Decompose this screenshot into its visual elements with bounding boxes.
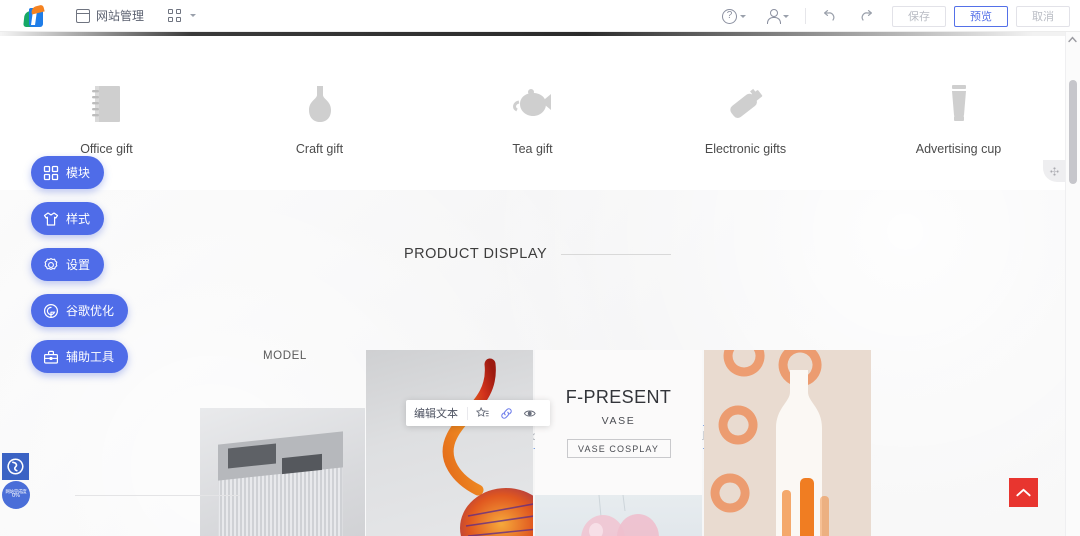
nav-site-management-label: 网站管理	[96, 9, 145, 23]
google-seo-icon	[42, 302, 59, 319]
site-completion-badge[interactable]: 网站完成度 0%	[2, 481, 30, 509]
preview-button[interactable]: 预览	[954, 5, 1008, 27]
category-label: Advertising cup	[915, 142, 1002, 156]
sidebar-item-label: 设置	[66, 258, 91, 272]
back-to-top-button[interactable]	[1009, 478, 1038, 507]
user-icon	[766, 9, 781, 24]
promo-subtitle: VASE	[601, 415, 636, 427]
style-star-icon[interactable]	[470, 401, 494, 425]
category-item-electronic-gifts[interactable]: Electronic gifts	[639, 58, 852, 156]
nav-apps-grid[interactable]	[168, 9, 197, 22]
undo-icon	[822, 9, 838, 23]
customer-service-icon	[7, 458, 24, 475]
category-label: Electronic gifts	[704, 142, 787, 156]
tumbler-cup-icon	[940, 74, 978, 126]
category-item-tea-gift[interactable]: Tea gift	[426, 58, 639, 156]
product-image-glass-sculpture[interactable]	[366, 350, 533, 536]
top-toolbar: 网站管理 ? 保存 预览 取消	[0, 0, 1080, 32]
section-title: PRODUCT DISPLAY	[404, 246, 548, 262]
sidebar-item-modules[interactable]: 模块	[31, 156, 105, 189]
category-label: Office gift	[80, 142, 133, 156]
toolbar-divider	[805, 8, 806, 24]
account-button[interactable]	[756, 9, 799, 24]
help-button[interactable]: ?	[712, 8, 756, 24]
chevron-down-icon	[783, 14, 789, 18]
text-edit-floating-toolbar[interactable]: 编辑文本	[406, 400, 550, 426]
sidebar-item-label: 辅助工具	[66, 350, 115, 364]
toolbar-divider	[467, 406, 468, 420]
category-icon-row: Office gift Craft gift Tea gift Electron…	[0, 58, 1065, 186]
page-top-banner-strip	[0, 32, 1065, 36]
category-item-craft-gift[interactable]: Craft gift	[213, 58, 426, 156]
teapot-icon	[510, 74, 556, 126]
product-image-white-vase[interactable]	[200, 408, 365, 536]
sidebar-item-label: 模块	[66, 166, 91, 180]
grid-modules-icon	[42, 164, 59, 181]
category-label: Craft gift	[295, 142, 344, 156]
eye-visibility-icon[interactable]	[518, 401, 542, 425]
question-circle-icon: ?	[722, 8, 737, 24]
product-image-orange-bottle[interactable]	[704, 350, 871, 536]
section-heading[interactable]: PRODUCT DISPLAY	[404, 246, 804, 262]
customer-service-button[interactable]	[2, 453, 29, 480]
chevron-up-icon	[1015, 487, 1032, 499]
footer-divider	[75, 495, 240, 496]
page-canvas[interactable]: Office gift Craft gift Tea gift Electron…	[0, 32, 1065, 536]
promo-title: F-PRESENT	[565, 387, 672, 407]
toolbox-icon	[42, 348, 59, 365]
cancel-button[interactable]: 取消	[1016, 5, 1070, 27]
sidebar-item-settings[interactable]: 设置	[31, 248, 105, 281]
redo-button[interactable]	[848, 9, 884, 23]
link-icon[interactable]	[494, 401, 518, 425]
sidebar-item-label: 谷歌优化	[66, 304, 115, 318]
site-builder-logo[interactable]	[22, 4, 48, 27]
heading-rule	[561, 253, 672, 255]
usb-drive-icon	[723, 74, 769, 126]
sidebar-item-google-optimization[interactable]: 谷歌优化	[31, 294, 129, 327]
tshirt-style-icon	[42, 210, 59, 227]
redo-icon	[858, 9, 874, 23]
product-image-pink-balloons[interactable]	[535, 495, 702, 536]
edit-text-label: 编辑文本	[414, 408, 458, 420]
scrollbar-thumb[interactable]	[1069, 80, 1077, 184]
scroll-up-arrow-icon[interactable]	[1068, 36, 1077, 43]
undo-button[interactable]	[812, 9, 848, 23]
site-manage-icon	[76, 8, 90, 23]
chevron-down-icon	[190, 14, 197, 17]
sidebar-item-label: 样式	[66, 212, 91, 226]
badge-percent: 0%	[12, 493, 20, 500]
nav-site-management[interactable]: 网站管理	[76, 7, 144, 24]
page-section-product-display: PRODUCT DISPLAY Gifts are a continuation…	[0, 190, 1065, 536]
category-label: Tea gift	[512, 142, 553, 156]
category-item-office-gift[interactable]: Office gift	[0, 58, 213, 156]
vase-cosplay-button[interactable]: VASE COSPLAY	[566, 439, 671, 458]
vase-icon	[301, 74, 339, 126]
site-builder-window: 网站管理 ? 保存 预览 取消 Office gift Craft gift T…	[0, 0, 1080, 536]
apps-grid-icon	[168, 9, 182, 22]
category-item-advertising-cup[interactable]: Advertising cup	[852, 58, 1065, 156]
top-toolbar-right: ? 保存 预览 取消	[712, 0, 1070, 32]
notebook-icon	[88, 74, 126, 126]
left-tool-panel: 模块 样式 设置 谷歌优化 辅助工具	[31, 156, 129, 373]
promo-card-f-present[interactable]: F-PRESENT VASE VASE COSPLAY	[535, 350, 702, 495]
vertical-scrollbar[interactable]	[1065, 32, 1080, 536]
sidebar-item-auxiliary-tools[interactable]: 辅助工具	[31, 340, 129, 373]
chevron-down-icon	[740, 14, 746, 18]
save-button[interactable]: 保存	[892, 5, 946, 27]
sidebar-item-styles[interactable]: 样式	[31, 202, 105, 235]
model-label: MODEL	[263, 350, 307, 362]
gear-settings-icon	[42, 256, 59, 273]
